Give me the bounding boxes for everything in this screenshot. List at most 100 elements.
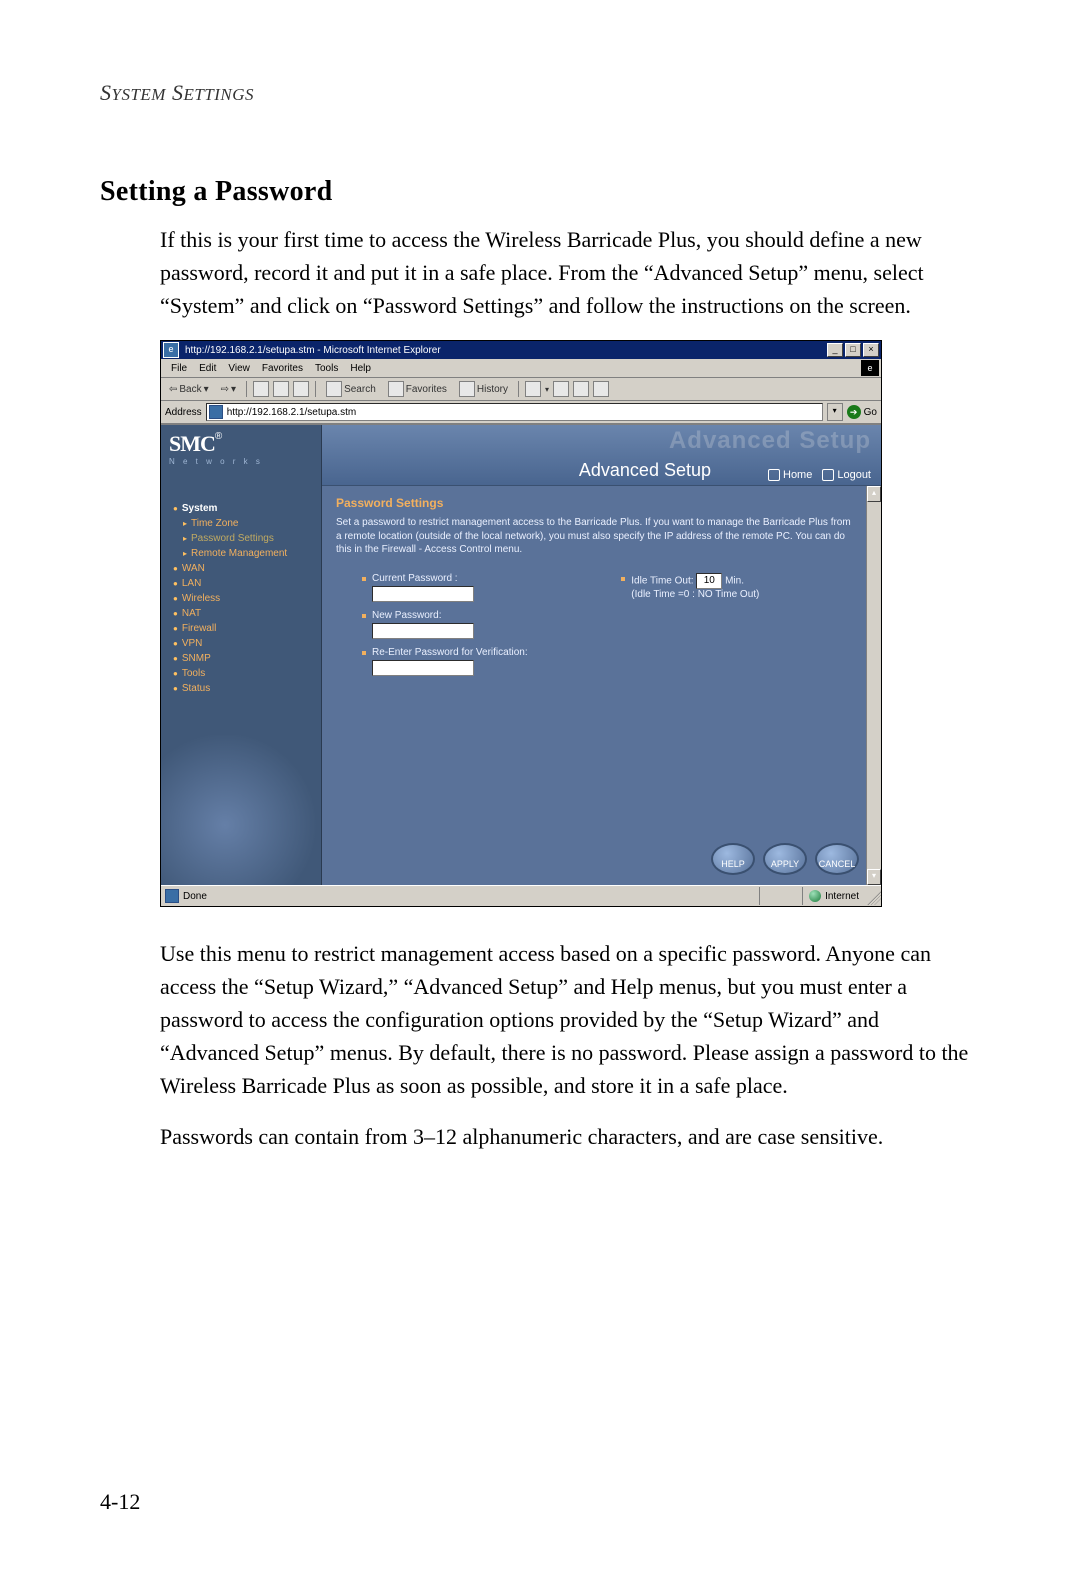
history-button[interactable]: History xyxy=(455,381,512,397)
apply-button[interactable]: APPLY xyxy=(763,843,807,875)
help-button[interactable]: HELP xyxy=(711,843,755,875)
nav-remote-management[interactable]: ▸Remote Management xyxy=(161,546,321,561)
nav-status[interactable]: ●Status xyxy=(161,681,321,696)
chevron-down-icon: ▾ xyxy=(204,384,209,395)
after-paragraph-1: Use this menu to restrict management acc… xyxy=(160,937,980,1102)
menu-file[interactable]: File xyxy=(165,363,193,374)
back-button[interactable]: ⇦ Back ▾ xyxy=(165,384,213,395)
bullet-icon: ● xyxy=(173,609,178,618)
idle-timeout-input[interactable]: 10 xyxy=(696,573,722,589)
bullet-icon: ▸ xyxy=(183,519,187,528)
nav-time-zone[interactable]: ▸Time Zone xyxy=(161,516,321,531)
ie-logo-icon: e xyxy=(861,360,879,376)
current-password-input[interactable] xyxy=(372,586,474,602)
brand-name: SMC xyxy=(169,431,215,456)
stop-icon[interactable] xyxy=(253,381,269,397)
bullet-icon xyxy=(621,577,625,581)
minimize-button[interactable]: _ xyxy=(827,343,843,357)
bullet-icon: ● xyxy=(173,624,178,633)
maximize-button[interactable]: □ xyxy=(845,343,861,357)
home-icon[interactable] xyxy=(293,381,309,397)
bullet-icon xyxy=(362,614,366,618)
menu-help[interactable]: Help xyxy=(344,363,377,374)
status-zone: Internet xyxy=(802,887,865,905)
address-input[interactable]: http://192.168.2.1/setupa.stm xyxy=(206,403,823,421)
discuss-icon[interactable] xyxy=(593,381,609,397)
bullet-icon: ● xyxy=(173,654,178,663)
browser-window: e http://192.168.2.1/setupa.stm - Micros… xyxy=(160,340,882,907)
bullet-icon: ▸ xyxy=(183,534,187,543)
close-button[interactable]: × xyxy=(863,343,879,357)
new-password-label: New Password: xyxy=(372,610,621,621)
favorites-icon xyxy=(388,381,404,397)
globe-icon xyxy=(809,890,821,902)
nav-firewall[interactable]: ●Firewall xyxy=(161,621,321,636)
bullet-icon: ● xyxy=(173,504,178,513)
menu-edit[interactable]: Edit xyxy=(193,363,222,374)
nav-lan[interactable]: ●LAN xyxy=(161,576,321,591)
toolbar: ⇦ Back ▾ ⇨ ▾ Search Favorites xyxy=(161,378,881,401)
window-titlebar: e http://192.168.2.1/setupa.stm - Micros… xyxy=(161,341,881,359)
nav-tools[interactable]: ●Tools xyxy=(161,666,321,681)
forward-button[interactable]: ⇨ ▾ xyxy=(217,384,240,395)
bullet-icon: ● xyxy=(173,669,178,678)
search-button[interactable]: Search xyxy=(322,381,380,397)
menubar: File Edit View Favorites Tools Help e xyxy=(161,359,881,378)
reenter-password-input[interactable] xyxy=(372,660,474,676)
brand: SMC® N e t w o r k s xyxy=(161,425,321,497)
menu-favorites[interactable]: Favorites xyxy=(256,363,309,374)
home-link[interactable]: Home xyxy=(768,469,812,481)
refresh-icon[interactable] xyxy=(273,381,289,397)
logout-icon xyxy=(822,469,834,481)
edit-icon[interactable] xyxy=(573,381,589,397)
nav-password-settings[interactable]: ▸Password Settings xyxy=(161,531,321,546)
vertical-scrollbar[interactable]: ▴ ▾ xyxy=(866,486,881,885)
footer-buttons: HELP APPLY CANCEL xyxy=(711,843,859,875)
new-password-input[interactable] xyxy=(372,623,474,639)
scroll-down-button[interactable]: ▾ xyxy=(867,869,881,885)
brand-registered-icon: ® xyxy=(215,431,222,442)
panel-title: Password Settings xyxy=(322,486,881,516)
print-icon[interactable] xyxy=(553,381,569,397)
logout-link[interactable]: Logout xyxy=(822,469,871,481)
current-password-row: Current Password : xyxy=(362,573,621,602)
cancel-button[interactable]: CANCEL xyxy=(815,843,859,875)
nav-snmp[interactable]: ●SNMP xyxy=(161,651,321,666)
scroll-up-button[interactable]: ▴ xyxy=(867,486,881,502)
bullet-icon: ▸ xyxy=(183,549,187,558)
nav-wan[interactable]: ●WAN xyxy=(161,561,321,576)
ie-page-icon xyxy=(165,889,179,903)
current-password-label: Current Password : xyxy=(372,573,621,584)
new-password-row: New Password: xyxy=(362,610,621,639)
idle-timeout-label: Idle Time Out: xyxy=(631,575,693,586)
ie-page-icon xyxy=(209,405,223,419)
favorites-button[interactable]: Favorites xyxy=(384,381,451,397)
bullet-icon: ● xyxy=(173,564,178,573)
address-label: Address xyxy=(165,407,202,418)
menu-tools[interactable]: Tools xyxy=(309,363,344,374)
menu-view[interactable]: View xyxy=(222,363,256,374)
nav-system[interactable]: ●System xyxy=(161,501,321,516)
nav-wireless[interactable]: ●Wireless xyxy=(161,591,321,606)
idle-timeout-note: (Idle Time =0 : NO Time Out) xyxy=(631,589,857,600)
reenter-password-label: Re-Enter Password for Verification: xyxy=(372,647,621,658)
chevron-down-icon: ▾ xyxy=(231,384,236,395)
go-button[interactable]: ➔ Go xyxy=(847,405,877,419)
resize-grip-icon[interactable] xyxy=(865,887,881,905)
nav-vpn[interactable]: ●VPN xyxy=(161,636,321,651)
search-icon xyxy=(326,381,342,397)
banner-title: Advanced Setup xyxy=(579,460,711,481)
nav-nat[interactable]: ●NAT xyxy=(161,606,321,621)
bullet-icon: ● xyxy=(173,639,178,648)
sidebar-decor-image xyxy=(161,735,321,885)
address-dropdown-button[interactable]: ▾ xyxy=(827,403,843,421)
ie-page-icon: e xyxy=(163,342,179,358)
statusbar: Done Internet xyxy=(161,885,881,906)
bullet-icon: ● xyxy=(173,594,178,603)
brand-subtitle: N e t w o r k s xyxy=(169,457,313,466)
idle-timeout-row: Idle Time Out: 10 Min. (Idle Time =0 : N… xyxy=(621,573,857,600)
mail-icon[interactable] xyxy=(525,381,541,397)
panel-description: Set a password to restrict management ac… xyxy=(322,516,881,567)
scroll-region: Password Settings Set a password to rest… xyxy=(322,485,881,885)
window-title: http://192.168.2.1/setupa.stm - Microsof… xyxy=(183,345,825,356)
